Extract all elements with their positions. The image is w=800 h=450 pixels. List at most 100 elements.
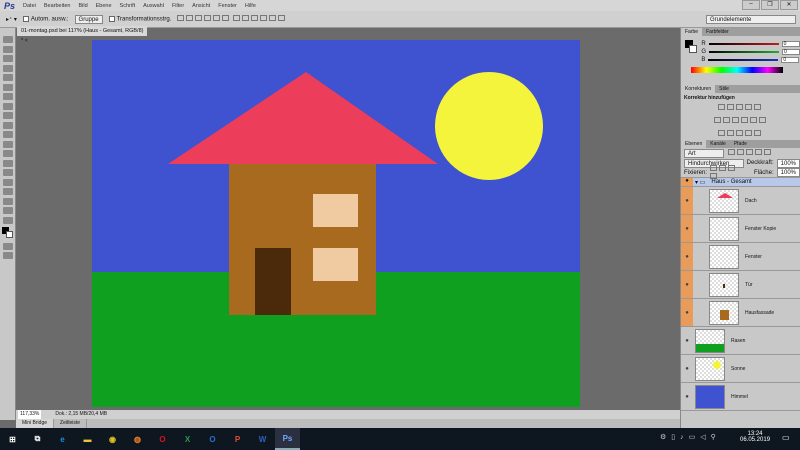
shape-tool-icon[interactable] bbox=[2, 197, 13, 205]
tray-icons[interactable]: ⚙▯♪▭◁⚲ bbox=[660, 433, 721, 441]
layer-group-haus[interactable]: ● ▾ ▭ Haus - Gesamt bbox=[681, 178, 800, 187]
canvas-image[interactable] bbox=[92, 40, 580, 407]
layer-row[interactable]: ● Hausfassade bbox=[681, 299, 800, 327]
layer-row[interactable]: ● Tür bbox=[681, 271, 800, 299]
word-icon[interactable]: W bbox=[250, 428, 275, 450]
slider-g[interactable]: G0 bbox=[697, 48, 800, 56]
tab-mini-bridge[interactable]: Mini Bridge bbox=[16, 419, 55, 428]
pen-tool-icon[interactable] bbox=[2, 169, 13, 176]
align-icons[interactable] bbox=[177, 15, 287, 23]
powerpoint-icon[interactable]: P bbox=[225, 428, 250, 450]
history-brush-icon[interactable] bbox=[2, 121, 13, 129]
menu-auswahl[interactable]: Auswahl bbox=[143, 3, 164, 9]
visibility-eye-icon[interactable]: ● bbox=[681, 187, 693, 214]
layer-filter-dropdown[interactable]: Art bbox=[684, 148, 724, 158]
task-view-icon[interactable]: ⧉ bbox=[25, 428, 50, 450]
brush-tool-icon[interactable] bbox=[2, 102, 13, 110]
menu-filter[interactable]: Filter bbox=[172, 3, 184, 9]
visibility-eye-icon[interactable]: ● bbox=[681, 299, 693, 326]
layer-row[interactable]: ● Fenster Kopie bbox=[681, 215, 800, 243]
layer-row[interactable]: ● Dach bbox=[681, 187, 800, 215]
lasso-tool-icon[interactable] bbox=[2, 55, 13, 62]
crop-tool-icon[interactable] bbox=[2, 74, 13, 81]
firefox-icon[interactable]: ◍ bbox=[125, 428, 150, 450]
r-value[interactable]: 0 bbox=[781, 41, 800, 47]
notification-icon[interactable]: ▭ bbox=[782, 433, 790, 442]
move-tool-preset-icon[interactable]: ▸⁺ ▾ bbox=[6, 16, 17, 23]
menu-fenster[interactable]: Fenster bbox=[218, 3, 237, 9]
layer-row[interactable]: ● Sonne bbox=[681, 355, 800, 383]
fg-bg-swatch[interactable] bbox=[683, 40, 697, 54]
tab-kanaele[interactable]: Kanäle bbox=[706, 140, 730, 148]
g-value[interactable]: 0 bbox=[782, 49, 800, 55]
edge-icon[interactable]: e bbox=[50, 428, 75, 450]
auto-select-dropdown[interactable]: Gruppe bbox=[74, 14, 103, 24]
zoom-field[interactable]: 117,33% bbox=[18, 410, 42, 419]
visibility-eye-icon[interactable]: ● bbox=[681, 243, 693, 270]
screen-mode-icon[interactable] bbox=[2, 252, 13, 259]
close-button[interactable]: ✕ bbox=[780, 0, 798, 10]
tab-pfade[interactable]: Pfade bbox=[730, 140, 751, 148]
opacity-field[interactable]: 100% bbox=[776, 158, 800, 168]
visibility-eye-icon[interactable]: ● bbox=[681, 215, 693, 242]
hand-tool-icon[interactable] bbox=[2, 207, 13, 214]
layer-row[interactable]: ● Rasen bbox=[681, 327, 800, 355]
marquee-tool-icon[interactable] bbox=[2, 45, 13, 53]
slider-b[interactable]: B0 bbox=[697, 56, 800, 64]
eyedropper-tool-icon[interactable] bbox=[2, 83, 13, 91]
visibility-eye-icon[interactable]: ● bbox=[681, 271, 693, 298]
tab-farbe[interactable]: Farbe bbox=[681, 28, 703, 36]
layer-row[interactable]: ● Fenster bbox=[681, 243, 800, 271]
menu-hilfe[interactable]: Hilfe bbox=[245, 3, 256, 9]
type-tool-icon[interactable] bbox=[2, 178, 13, 186]
photoshop-icon[interactable]: Ps bbox=[275, 428, 300, 450]
zoom-tool-icon[interactable] bbox=[2, 216, 13, 224]
move-tool-icon[interactable] bbox=[2, 36, 13, 43]
windows-start-icon[interactable]: ⊞ bbox=[0, 428, 25, 450]
quick-select-tool-icon[interactable] bbox=[2, 64, 13, 72]
color-spectrum[interactable] bbox=[691, 67, 783, 73]
outlook-icon[interactable]: O bbox=[200, 428, 225, 450]
visibility-eye-icon[interactable]: ● bbox=[681, 178, 693, 186]
menu-bearbeiten[interactable]: Bearbeiten bbox=[44, 3, 71, 9]
restore-button[interactable]: ❐ bbox=[761, 0, 779, 10]
excel-icon[interactable]: X bbox=[175, 428, 200, 450]
blur-tool-icon[interactable] bbox=[2, 150, 13, 157]
opera-icon[interactable]: O bbox=[150, 428, 175, 450]
menu-ansicht[interactable]: Ansicht bbox=[192, 3, 210, 9]
tab-ebenen[interactable]: Ebenen bbox=[681, 140, 707, 148]
menu-ebene[interactable]: Ebene bbox=[96, 3, 112, 9]
slider-r[interactable]: R0 bbox=[697, 40, 800, 48]
visibility-eye-icon[interactable]: ● bbox=[681, 327, 693, 354]
minimize-button[interactable]: – bbox=[742, 0, 760, 10]
menu-schrift[interactable]: Schrift bbox=[120, 3, 136, 9]
adjustment-icons[interactable] bbox=[681, 103, 800, 142]
menu-bild[interactable]: Bild bbox=[78, 3, 87, 9]
tab-stile[interactable]: Stile bbox=[715, 85, 733, 93]
b-value[interactable]: 0 bbox=[781, 57, 800, 63]
document-tab[interactable]: 01-montag.psd bei 117% (Haus - Gesamt, R… bbox=[17, 26, 147, 44]
transform-checkbox[interactable]: Transformationsstrg. bbox=[108, 15, 171, 22]
menu-datei[interactable]: Datei bbox=[23, 3, 36, 9]
explorer-icon[interactable]: ▬ bbox=[75, 428, 100, 450]
gradient-tool-icon[interactable] bbox=[2, 140, 13, 148]
layer-row[interactable]: ● Himmel bbox=[681, 383, 800, 411]
workspace-dropdown[interactable]: Grundelemente bbox=[706, 14, 796, 24]
fill-field[interactable]: 100% bbox=[776, 168, 800, 177]
color-swatches[interactable] bbox=[0, 226, 15, 241]
auto-select-checkbox[interactable]: Autom. ausw.: bbox=[22, 15, 69, 22]
visibility-eye-icon[interactable]: ● bbox=[681, 355, 693, 382]
close-document-icon[interactable]: × bbox=[25, 38, 28, 44]
visibility-eye-icon[interactable]: ● bbox=[681, 383, 693, 410]
path-select-tool-icon[interactable] bbox=[2, 188, 13, 195]
chrome-icon[interactable]: ◉ bbox=[100, 428, 125, 450]
filter-icons[interactable] bbox=[728, 149, 773, 157]
stamp-tool-icon[interactable] bbox=[2, 112, 13, 119]
tab-korrekturen[interactable]: Korrekturen bbox=[681, 85, 716, 93]
quick-mask-icon[interactable] bbox=[2, 242, 13, 250]
clock[interactable]: 13:24 06.05.2019 bbox=[740, 431, 770, 443]
dodge-tool-icon[interactable] bbox=[2, 159, 13, 167]
eraser-tool-icon[interactable] bbox=[2, 131, 13, 138]
tab-farbfelder[interactable]: Farbfelder bbox=[702, 28, 733, 36]
healing-tool-icon[interactable] bbox=[2, 93, 13, 100]
